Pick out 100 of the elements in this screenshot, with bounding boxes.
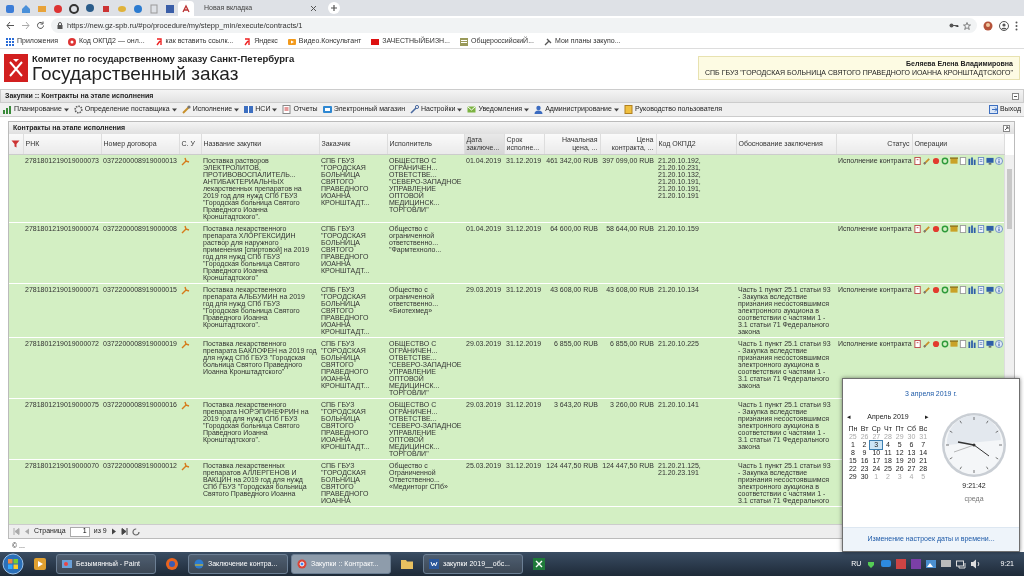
first-page-icon[interactable] (13, 528, 20, 535)
filter-icon[interactable] (11, 140, 20, 149)
edit-icon[interactable] (923, 225, 931, 233)
browser-icon[interactable] (165, 557, 179, 571)
browser-tab[interactable] (66, 1, 82, 16)
folder-icon[interactable] (400, 557, 414, 571)
manual-icon (623, 105, 633, 114)
branch-icon[interactable] (181, 401, 190, 410)
monitor-icon[interactable] (986, 286, 994, 294)
page-icon[interactable] (977, 286, 985, 294)
branch-icon[interactable] (181, 462, 190, 471)
page-icon[interactable] (977, 225, 985, 233)
site-icon (85, 3, 95, 14)
forward-icon[interactable] (21, 21, 30, 30)
key-icon[interactable] (949, 22, 959, 29)
plug-icon[interactable] (866, 559, 877, 569)
refresh-icon[interactable] (941, 157, 949, 165)
edit-icon[interactable] (923, 157, 931, 165)
refresh-icon[interactable] (131, 527, 140, 536)
start-icon[interactable] (2, 553, 24, 575)
scroll-icon[interactable] (950, 225, 958, 233)
account-icon[interactable] (999, 20, 1009, 31)
player-icon[interactable] (33, 557, 47, 571)
new-tab-icon[interactable] (327, 1, 341, 15)
exit-icon (989, 105, 999, 114)
emblem-icon (4, 54, 28, 82)
info-icon[interactable] (995, 157, 1003, 165)
close-icon[interactable] (310, 5, 317, 12)
document-icon[interactable] (914, 157, 922, 165)
site-icon (133, 3, 143, 14)
branch-icon[interactable] (181, 340, 190, 349)
info-icon[interactable] (995, 286, 1003, 294)
chart-icon[interactable] (968, 157, 976, 165)
volume-icon[interactable] (971, 559, 982, 569)
screen-icon[interactable] (941, 559, 952, 569)
page-icon[interactable] (959, 225, 967, 233)
monitor-icon[interactable] (986, 225, 994, 233)
image-icon[interactable] (926, 559, 937, 569)
network-icon[interactable] (956, 559, 967, 569)
next-page-icon[interactable] (110, 528, 117, 535)
collapse-icon[interactable] (1012, 92, 1019, 100)
page-icon[interactable] (959, 286, 967, 294)
site-title: Государственный заказ (32, 63, 239, 84)
branch-icon[interactable] (181, 286, 190, 295)
site-icon (21, 3, 31, 14)
more-icon[interactable] (1015, 20, 1018, 31)
page-icon[interactable] (977, 340, 985, 348)
monitor-icon[interactable] (986, 157, 994, 165)
stop-icon[interactable] (932, 225, 940, 233)
document-icon (282, 105, 292, 114)
edit-icon[interactable] (923, 286, 931, 294)
stop-icon[interactable] (932, 157, 940, 165)
refresh-icon[interactable] (941, 340, 949, 348)
lock-icon (57, 22, 63, 29)
scroll-icon[interactable] (950, 157, 958, 165)
spreadsheet-icon[interactable] (532, 557, 546, 571)
browser-tab[interactable] (178, 1, 194, 16)
site-icon (181, 3, 191, 14)
branch-icon[interactable] (181, 225, 190, 234)
branch-icon[interactable] (181, 157, 190, 166)
page-icon[interactable] (959, 157, 967, 165)
document-icon[interactable] (914, 225, 922, 233)
reload-icon[interactable] (36, 21, 45, 30)
document-icon[interactable] (914, 286, 922, 294)
scroll-icon[interactable] (950, 340, 958, 348)
site-icon (243, 37, 252, 46)
chart-icon[interactable] (968, 340, 976, 348)
apps-icon (6, 37, 14, 46)
page-icon[interactable] (959, 340, 967, 348)
extension-icon[interactable] (983, 20, 993, 31)
stop-icon[interactable] (932, 340, 940, 348)
document-icon (429, 559, 439, 569)
site-icon (287, 37, 296, 46)
site-icon (460, 37, 468, 46)
edit-icon[interactable] (923, 340, 931, 348)
chart-icon[interactable] (968, 225, 976, 233)
refresh-icon[interactable] (941, 286, 949, 294)
back-icon[interactable] (6, 21, 15, 30)
chat-icon[interactable] (881, 559, 892, 569)
site-icon (165, 3, 175, 14)
app-icon[interactable] (896, 559, 907, 569)
info-icon[interactable] (995, 225, 1003, 233)
expand-icon[interactable] (1003, 124, 1010, 132)
star-icon[interactable] (963, 21, 971, 30)
site-icon (154, 37, 163, 46)
tools-icon (181, 105, 191, 114)
chart-icon[interactable] (968, 286, 976, 294)
refresh-icon[interactable] (941, 225, 949, 233)
document-icon[interactable] (914, 340, 922, 348)
scroll-icon[interactable] (950, 286, 958, 294)
store-icon (322, 105, 332, 114)
monitor-icon[interactable] (986, 340, 994, 348)
prev-page-icon[interactable] (24, 528, 30, 535)
stop-icon[interactable] (932, 286, 940, 294)
info-icon[interactable] (995, 340, 1003, 348)
site-icon (67, 37, 76, 46)
book-icon (244, 105, 254, 114)
last-page-icon[interactable] (120, 528, 128, 535)
paint-icon (62, 559, 72, 569)
page-icon[interactable] (977, 157, 985, 165)
